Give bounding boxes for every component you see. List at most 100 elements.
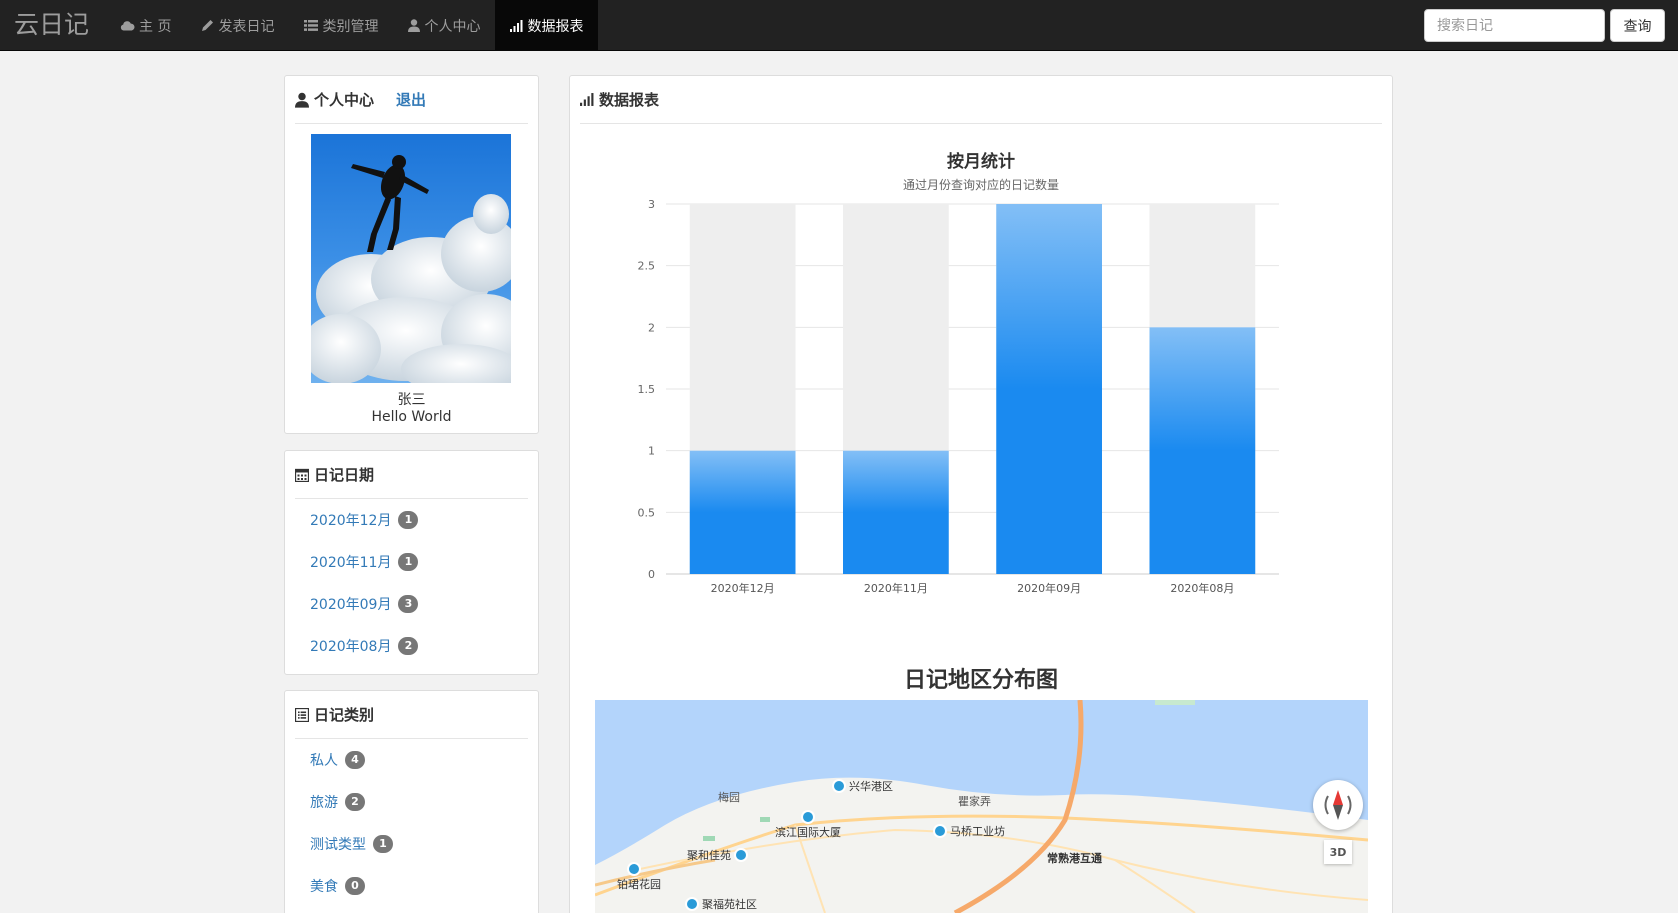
categories-panel-title: 日记类别 [314, 706, 375, 724]
map-label[interactable]: 铂珺花园 [617, 862, 661, 892]
profile-panel: 个人中心 退出 张三 Hello World [284, 75, 539, 434]
map-label-text: 聚福苑社区 [702, 898, 757, 911]
category-list: 私人 4 旅游 2 测试类型 1 美食 0 [310, 739, 393, 907]
map-3d-button[interactable]: 3D [1324, 840, 1352, 864]
profile-panel-header: 个人中心 退出 [295, 76, 528, 124]
profile-signature: Hello World [371, 409, 452, 425]
bar[interactable] [843, 450, 949, 574]
dates-panel-title: 日记日期 [314, 466, 375, 484]
category-link[interactable]: 美食 [310, 876, 338, 896]
list-item: 2020年09月 3 [310, 583, 419, 625]
list-alt-icon [295, 707, 309, 722]
count-badge: 4 [345, 751, 365, 769]
diary-categories-panel: 日记类别 私人 4 旅游 2 测试类型 1 美食 0 [284, 690, 539, 913]
map-label-text: 聚和佳苑 [687, 849, 731, 862]
y-tick-label: 1 [648, 445, 655, 458]
y-tick-label: 1.5 [638, 383, 656, 396]
poi-pin-icon [801, 810, 815, 824]
nav-label-category-manage: 类别管理 [322, 18, 379, 35]
map-label[interactable]: 聚和佳苑 [687, 847, 748, 863]
map-label[interactable]: 滨江国际大厦 [775, 810, 841, 840]
map-label[interactable]: 马桥工业坊 [933, 823, 1005, 839]
list-item: 2020年08月 2 [310, 625, 419, 667]
map-label-text: 兴华港区 [849, 780, 893, 793]
poi-pin-icon [627, 862, 641, 876]
region-map[interactable]: 兴华港区 梅园 瞿家弄 滨江国际大厦 马桥工业坊 聚和佳苑 常熟港互通 铂珺花园… [595, 700, 1368, 913]
signal-icon [510, 19, 523, 32]
map-label-text: 滨江国际大厦 [775, 826, 841, 839]
y-tick-label: 2 [648, 321, 655, 334]
profile-panel-title: 个人中心 [314, 91, 375, 109]
list-item: 私人 4 [310, 739, 393, 781]
count-badge: 0 [345, 877, 365, 895]
y-tick-label: 0 [648, 568, 655, 581]
calendar-icon [295, 468, 309, 482]
pencil-icon [201, 19, 214, 32]
nav-label-home: 主 页 [139, 18, 172, 35]
categories-panel-header: 日记类别 [295, 691, 528, 739]
x-tick-label: 2020年08月 [1170, 581, 1234, 595]
count-badge: 3 [398, 595, 419, 613]
report-panel: 数据报表 按月统计 通过月份查询对应的日记数量 0 0.5 1 1.5 2 2.5 3 202… [569, 75, 1393, 913]
monthly-bar-chart: 0 0.5 1 1.5 2 2.5 3 2020年12月 2020年11月 2020年09月 202… [638, 198, 1279, 595]
user-icon [295, 92, 309, 108]
compass-icon [1324, 790, 1352, 820]
count-badge: 1 [398, 511, 419, 529]
logout-link[interactable]: 退出 [396, 89, 426, 110]
top-navbar: 云日记 主 页 发表日记 类别管理 个人中心 数据报表 搜索日记 查询 [0, 0, 1678, 51]
category-link[interactable]: 旅游 [310, 792, 338, 812]
map-label[interactable]: 兴华港区 [832, 778, 893, 794]
nav-label-write-diary: 发表日记 [218, 18, 275, 35]
diary-dates-panel: 日记日期 2020年12月 1 2020年11月 1 2020年09月 3 2020年… [284, 450, 539, 675]
date-list: 2020年12月 1 2020年11月 1 2020年09月 3 2020年08月 2 [310, 499, 419, 667]
map-label: 瞿家弄 [958, 795, 991, 808]
count-badge: 2 [345, 793, 365, 811]
y-tick-label: 0.5 [638, 506, 656, 519]
nav-label-data-report: 数据报表 [527, 18, 584, 35]
map-label: 梅园 [718, 791, 740, 804]
map-label-text: 铂珺花园 [617, 878, 661, 891]
date-link[interactable]: 2020年12月 [310, 510, 391, 530]
list-item: 2020年11月 1 [310, 541, 419, 583]
list-item: 美食 0 [310, 865, 393, 907]
dates-panel-header: 日记日期 [295, 451, 528, 499]
brand-logo[interactable]: 云日记 [14, 8, 89, 42]
nav-item-write-diary[interactable]: 发表日记 [186, 0, 289, 51]
list-icon [304, 19, 319, 32]
bar[interactable] [996, 204, 1102, 574]
nav-menu: 主 页 发表日记 类别管理 个人中心 数据报表 [105, 0, 599, 51]
profile-name: 张三 [397, 392, 426, 408]
nav-label-personal-center: 个人中心 [424, 18, 481, 35]
count-badge: 2 [398, 637, 419, 655]
avatar-image [311, 134, 511, 383]
date-link[interactable]: 2020年09月 [310, 594, 391, 614]
list-item: 2020年12月 1 [310, 499, 419, 541]
list-item: 旅游 2 [310, 781, 393, 823]
nav-item-home[interactable]: 主 页 [105, 0, 186, 51]
x-tick-label: 2020年12月 [711, 581, 775, 595]
map-label[interactable]: 聚福苑社区 [685, 896, 757, 912]
nav-item-personal-center[interactable]: 个人中心 [393, 0, 495, 51]
search-input[interactable] [1424, 9, 1605, 42]
count-badge: 1 [398, 553, 419, 571]
map-label: 常熟港互通 [1047, 852, 1102, 865]
bar[interactable] [689, 450, 796, 574]
bar[interactable] [1149, 327, 1256, 574]
y-tick-label: 3 [648, 198, 655, 211]
count-badge: 1 [373, 835, 393, 853]
compass-button[interactable] [1313, 780, 1363, 830]
x-tick-label: 2020年11月 [864, 581, 928, 595]
category-link[interactable]: 私人 [310, 750, 338, 770]
poi-pin-icon [734, 848, 748, 862]
nav-item-data-report[interactable]: 数据报表 [495, 0, 599, 51]
nav-item-category-manage[interactable]: 类别管理 [289, 0, 393, 51]
date-link[interactable]: 2020年08月 [310, 636, 391, 656]
x-tick-label: 2020年09月 [1017, 581, 1081, 595]
search-button[interactable]: 查询 [1610, 9, 1665, 42]
list-item: 测试类型 1 [310, 823, 393, 865]
poi-pin-icon [685, 897, 699, 911]
category-link[interactable]: 测试类型 [310, 834, 366, 854]
map-label-text: 马桥工业坊 [950, 825, 1005, 838]
y-tick-label: 2.5 [638, 260, 656, 273]
date-link[interactable]: 2020年11月 [310, 552, 391, 572]
